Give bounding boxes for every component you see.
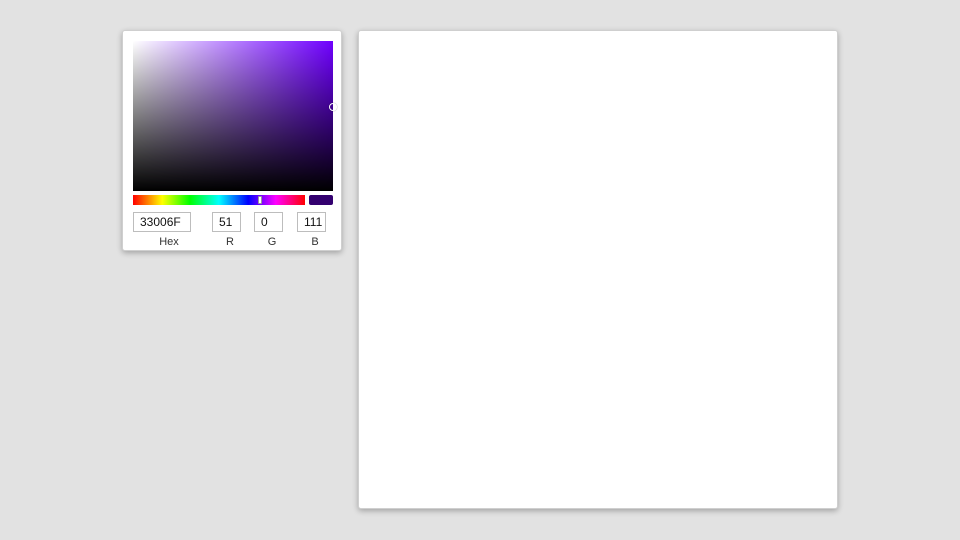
hue-slider-handle[interactable] — [258, 196, 263, 204]
blue-label: B — [311, 236, 319, 248]
blue-input[interactable] — [297, 212, 326, 232]
saturation-cursor[interactable] — [329, 103, 337, 111]
saturation-value-field[interactable] — [133, 41, 337, 191]
canvas-panel[interactable] — [358, 30, 838, 509]
color-preview-swatch — [309, 195, 333, 205]
red-label: R — [226, 236, 234, 248]
green-label: G — [267, 236, 277, 248]
hue-slider[interactable] — [133, 195, 305, 205]
hex-label: Hex — [159, 236, 179, 248]
green-input[interactable] — [254, 212, 283, 232]
red-input[interactable] — [212, 212, 241, 232]
color-picker-panel: Hex R G B — [122, 30, 342, 251]
hex-input[interactable] — [133, 212, 191, 232]
